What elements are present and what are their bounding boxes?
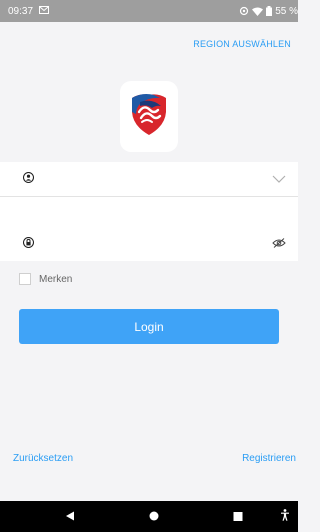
username-field[interactable] bbox=[0, 162, 298, 197]
remember-option[interactable]: Merken bbox=[19, 273, 72, 285]
battery-icon bbox=[266, 6, 273, 16]
login-button[interactable]: Login bbox=[19, 309, 279, 344]
username-input[interactable] bbox=[50, 168, 258, 191]
reset-link[interactable]: Zurücksetzen bbox=[13, 453, 73, 464]
status-right: 55 % bbox=[239, 6, 298, 17]
navigation-bar bbox=[0, 501, 298, 532]
status-time: 09:37 bbox=[8, 5, 34, 17]
user-icon bbox=[22, 170, 35, 188]
remember-checkbox[interactable] bbox=[19, 273, 31, 285]
password-input[interactable] bbox=[50, 232, 258, 255]
wifi-icon bbox=[252, 7, 264, 16]
recents-icon[interactable] bbox=[233, 508, 243, 526]
home-icon[interactable] bbox=[149, 508, 159, 526]
register-link[interactable]: Registrieren bbox=[242, 453, 296, 464]
sync-icon bbox=[239, 6, 249, 16]
chevron-down-icon[interactable] bbox=[272, 170, 286, 188]
eye-off-icon[interactable] bbox=[272, 235, 286, 253]
shield-logo-icon bbox=[130, 92, 168, 141]
lock-icon bbox=[22, 235, 35, 253]
region-select-link[interactable]: REGION AUSWÄHLEN bbox=[193, 39, 291, 49]
accessibility-icon[interactable] bbox=[281, 508, 290, 526]
notification-icon bbox=[39, 5, 50, 17]
remember-label: Merken bbox=[39, 273, 73, 285]
battery-level: 55 % bbox=[275, 5, 298, 17]
app-logo bbox=[120, 81, 178, 152]
status-bar: 09:37 55 % bbox=[0, 0, 298, 22]
status-left: 09:37 bbox=[8, 5, 50, 17]
field-spacer bbox=[0, 197, 298, 226]
password-field[interactable] bbox=[0, 226, 298, 261]
back-icon[interactable] bbox=[66, 508, 75, 526]
